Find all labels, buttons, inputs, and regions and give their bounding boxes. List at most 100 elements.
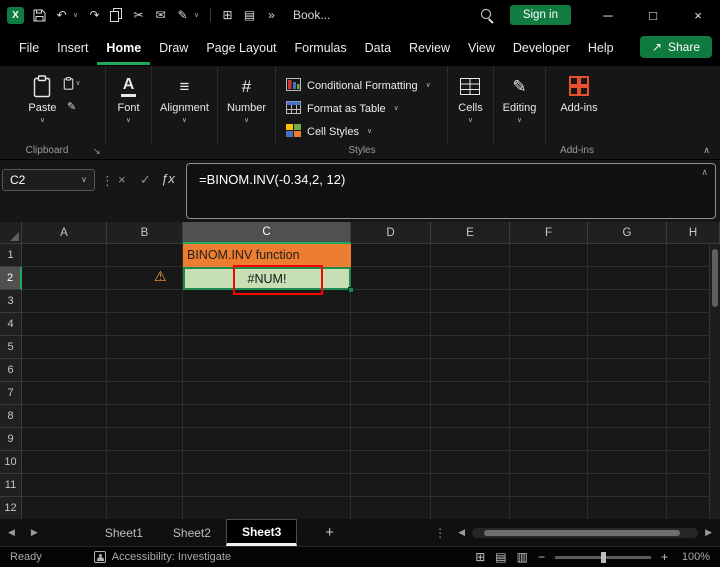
cell-E1[interactable]	[431, 244, 510, 267]
sheet-tab-sheet3[interactable]: Sheet3	[225, 519, 298, 546]
tab-view[interactable]: View	[459, 31, 504, 65]
save-icon[interactable]	[29, 3, 50, 27]
minimize-button[interactable]: ─	[586, 0, 630, 30]
cell-E2[interactable]	[431, 267, 510, 290]
cell-F1[interactable]	[510, 244, 588, 267]
cells-button[interactable]: Cells ∨	[454, 71, 486, 126]
cell-F2[interactable]	[510, 267, 588, 290]
undo-icon[interactable]: ↶	[51, 3, 72, 27]
column-header-D[interactable]: D	[351, 222, 431, 244]
page-layout-view-icon[interactable]: ▤	[495, 550, 506, 564]
draw-icon[interactable]: ✎	[172, 3, 193, 27]
cell-B4[interactable]	[107, 313, 183, 336]
cell-D12[interactable]	[351, 497, 431, 520]
cell-E12[interactable]	[431, 497, 510, 520]
vertical-scrollbar[interactable]	[709, 244, 720, 519]
maximize-button[interactable]: □	[631, 0, 675, 30]
number-button[interactable]: # Number ∨	[223, 71, 270, 126]
formula-input[interactable]: =BINOM.INV(-0.34,2, 12)	[186, 163, 716, 219]
cell-E11[interactable]	[431, 474, 510, 497]
row-header-2[interactable]: 2	[0, 267, 22, 290]
cell-B1[interactable]	[107, 244, 183, 267]
cut-icon[interactable]: ✂	[128, 3, 149, 27]
column-header-C[interactable]: C	[183, 222, 351, 244]
cell-C5[interactable]	[183, 336, 351, 359]
cell-F11[interactable]	[510, 474, 588, 497]
cell-A11[interactable]	[22, 474, 107, 497]
cell-C9[interactable]	[183, 428, 351, 451]
fill-handle[interactable]	[348, 287, 354, 293]
column-header-G[interactable]: G	[588, 222, 667, 244]
sheet-tab-sheet2[interactable]: Sheet2	[158, 519, 226, 546]
cell-C4[interactable]	[183, 313, 351, 336]
tab-file[interactable]: File	[10, 31, 48, 65]
error-warning-icon[interactable]: ⚠	[154, 269, 167, 283]
cell-A2[interactable]	[22, 267, 107, 290]
format-painter-icon[interactable]: ✎	[67, 100, 76, 113]
share-button[interactable]: ↗ Share	[639, 36, 712, 58]
cell-B3[interactable]	[107, 290, 183, 313]
tab-developer[interactable]: Developer	[504, 31, 579, 65]
cancel-icon[interactable]: ×	[118, 172, 126, 187]
zoom-slider-thumb[interactable]	[600, 551, 606, 563]
name-box[interactable]: C2 ∨	[2, 169, 95, 191]
cell-D7[interactable]	[351, 382, 431, 405]
cell-A12[interactable]	[22, 497, 107, 520]
cell-E9[interactable]	[431, 428, 510, 451]
row-header-3[interactable]: 3	[0, 290, 22, 313]
cell-G8[interactable]	[588, 405, 667, 428]
cell-C11[interactable]	[183, 474, 351, 497]
cell-G3[interactable]	[588, 290, 667, 313]
cell-G12[interactable]	[588, 497, 667, 520]
row-header-1[interactable]: 1	[0, 244, 22, 267]
sheet-tab-sheet1[interactable]: Sheet1	[90, 519, 158, 546]
cell-B11[interactable]	[107, 474, 183, 497]
addins-button[interactable]: Add-ins	[556, 71, 601, 116]
cell-A8[interactable]	[22, 405, 107, 428]
zoom-level[interactable]: 100%	[678, 551, 710, 563]
tab-help[interactable]: Help	[579, 31, 623, 65]
cell-G1[interactable]	[588, 244, 667, 267]
font-button[interactable]: A Font ∨	[113, 71, 143, 126]
cell-G9[interactable]	[588, 428, 667, 451]
cell-C2-selected[interactable]: #NUM!	[183, 267, 351, 290]
cell-F5[interactable]	[510, 336, 588, 359]
row-header-12[interactable]: 12	[0, 497, 22, 520]
paste-button[interactable]: Paste ∨	[24, 71, 60, 126]
cell-G2[interactable]	[588, 267, 667, 290]
quick-access-dropdown-icon[interactable]: ∨	[194, 11, 204, 19]
accessibility-status[interactable]: Accessibility: Investigate	[93, 551, 231, 563]
copy-icon[interactable]	[106, 3, 127, 27]
cell-F7[interactable]	[510, 382, 588, 405]
format-as-table-button[interactable]: Format as Table ∨	[286, 97, 447, 120]
cell-E10[interactable]	[431, 451, 510, 474]
formula-bar-collapse-icon[interactable]: ∧	[701, 167, 708, 178]
cell-C7[interactable]	[183, 382, 351, 405]
cell-C8[interactable]	[183, 405, 351, 428]
row-header-9[interactable]: 9	[0, 428, 22, 451]
tab-home[interactable]: Home	[97, 31, 151, 65]
cell-D6[interactable]	[351, 359, 431, 382]
cell-E8[interactable]	[431, 405, 510, 428]
cell-D3[interactable]	[351, 290, 431, 313]
column-header-E[interactable]: E	[431, 222, 510, 244]
cell-F3[interactable]	[510, 290, 588, 313]
cell-A9[interactable]	[22, 428, 107, 451]
sheetbar-more-icon[interactable]: ⋮	[424, 526, 456, 540]
undo-dropdown-icon[interactable]: ∨	[73, 11, 83, 19]
cell-A6[interactable]	[22, 359, 107, 382]
redo-icon[interactable]: ↷	[84, 3, 105, 27]
tab-insert[interactable]: Insert	[48, 31, 97, 65]
cell-C1-title[interactable]: BINOM.INV function	[183, 244, 351, 267]
column-header-H[interactable]: H	[667, 222, 720, 244]
search-icon[interactable]	[480, 8, 495, 23]
cell-A3[interactable]	[22, 290, 107, 313]
cell-F4[interactable]	[510, 313, 588, 336]
cell-B10[interactable]	[107, 451, 183, 474]
cell-D5[interactable]	[351, 336, 431, 359]
layout-icon[interactable]: ▤	[239, 3, 260, 27]
sign-in-button[interactable]: Sign in	[509, 5, 571, 25]
cell-C12[interactable]	[183, 497, 351, 520]
cell-D9[interactable]	[351, 428, 431, 451]
cell-F9[interactable]	[510, 428, 588, 451]
